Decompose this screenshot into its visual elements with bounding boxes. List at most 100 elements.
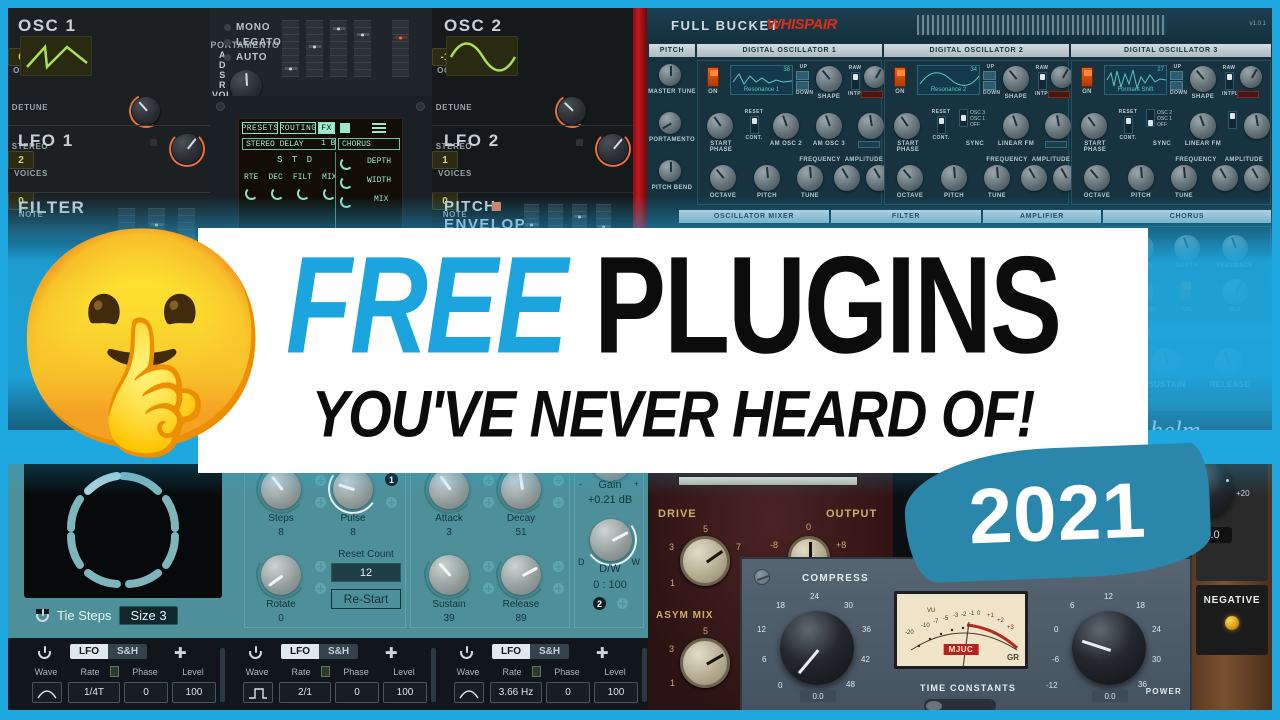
osc2-reset-label[interactable]: RESET: [931, 109, 951, 115]
sustain-plus-down[interactable]: [483, 583, 494, 594]
lfo2-move-icon[interactable]: ✚: [385, 644, 398, 662]
osc2-intpl-label[interactable]: INTPL.: [1035, 91, 1053, 97]
osc3-mod-knob[interactable]: [1244, 113, 1270, 139]
mono-led[interactable]: [224, 24, 231, 31]
lfo1-rate-sync-icon[interactable]: [110, 666, 119, 677]
osc3-on-button[interactable]: [1081, 67, 1093, 87]
delay-dec-knob[interactable]: [271, 187, 284, 200]
osc3-fm-switch[interactable]: [1227, 111, 1237, 129]
osc1-pitch-knob-fbw[interactable]: [754, 165, 780, 191]
osc1-detune-knob[interactable]: [124, 89, 168, 133]
tab-presets[interactable]: PRESETS: [241, 122, 278, 134]
attack-plus-up[interactable]: [483, 475, 494, 486]
lfo3-move-icon[interactable]: ✚: [596, 644, 609, 662]
adsr-r-slider[interactable]: [354, 20, 371, 77]
chorus-feedback-knob[interactable]: [1222, 235, 1248, 261]
osc1-cont-label[interactable]: CONT.: [744, 135, 764, 141]
lfo3-phase-value[interactable]: 0: [546, 682, 590, 703]
osc1-phase-switch[interactable]: [749, 116, 759, 134]
osc3-interp-switch[interactable]: [1224, 72, 1234, 90]
osc1-extra-knob[interactable]: [864, 66, 886, 88]
osc2-extra-knob[interactable]: [1051, 66, 1073, 88]
lfo2-power-icon[interactable]: [249, 646, 262, 659]
lfo3-mode-toggle[interactable]: LFO S&H: [492, 644, 570, 659]
lfo2-rate-sync-icon[interactable]: [321, 666, 330, 677]
lfo1-move-icon[interactable]: ✚: [174, 644, 187, 662]
lfo2-mode-lfo[interactable]: LFO: [281, 644, 319, 659]
lfo2-mode-toggle[interactable]: LFO S&H: [281, 644, 359, 659]
portamento-knob-fbw[interactable]: [659, 112, 681, 134]
osc2-wave-display[interactable]: [446, 36, 518, 76]
osc1-am-osc3-knob[interactable]: [816, 113, 842, 139]
tab-routing[interactable]: ROUTING: [279, 122, 316, 134]
lfo3-power-icon[interactable]: [460, 646, 473, 659]
helm-sustain-knob[interactable]: [1152, 348, 1182, 378]
osc3-extra-knob[interactable]: [1240, 66, 1262, 88]
decay-plus-up[interactable]: [553, 475, 564, 486]
delay-badge[interactable]: 1 B: [321, 139, 335, 148]
osc1-mod-knob[interactable]: [858, 113, 884, 139]
fx-stop-icon[interactable]: [340, 123, 350, 133]
chorus-width-knob[interactable]: [340, 176, 353, 189]
lfo2-phase-value[interactable]: 0: [335, 682, 379, 703]
adsr-d-slider[interactable]: [306, 20, 323, 77]
pitch-env-led[interactable]: [492, 202, 501, 211]
lfo3-rate-sync-icon[interactable]: [532, 666, 541, 677]
mode-auto-label[interactable]: AUTO: [236, 52, 267, 63]
osc2-wave-display-fbw[interactable]: 34 Resonance 2: [917, 65, 980, 95]
osc3-linear-fm-knob[interactable]: [1190, 113, 1216, 139]
osc2-voices-value[interactable]: 1: [432, 151, 458, 169]
lfo2-wave-button[interactable]: [243, 682, 273, 703]
chorus-on-button[interactable]: [1180, 280, 1192, 300]
lfo1-sync-led[interactable]: [150, 139, 157, 146]
osc1-tune-knob-fbw[interactable]: [797, 165, 823, 191]
tab-fx[interactable]: FX: [318, 122, 335, 134]
lfo3-mode-sh[interactable]: S&H: [530, 644, 570, 659]
dw-plus[interactable]: [617, 598, 628, 609]
osc3-up-label[interactable]: UP: [1170, 64, 1185, 70]
sequencer-power-icon[interactable]: [36, 609, 49, 622]
lfo1-mode-toggle[interactable]: LFO S&H: [70, 644, 148, 659]
helm-release-knob[interactable]: [1214, 348, 1244, 378]
rotate-plus-up[interactable]: [315, 561, 326, 572]
osc1-on-button[interactable]: [707, 67, 719, 87]
osc3-intpl-label[interactable]: INTPL.: [1222, 91, 1240, 97]
rotate-plus-down[interactable]: [315, 583, 326, 594]
osc1-start-phase-knob[interactable]: [707, 113, 733, 139]
lfo2-mode-sh[interactable]: S&H: [319, 644, 359, 659]
sustain-plus-up[interactable]: [483, 561, 494, 572]
decay-plus-down[interactable]: [553, 497, 564, 508]
lfo2-level-value[interactable]: 100: [383, 682, 427, 703]
osc1-am-osc2-knob[interactable]: [773, 113, 799, 139]
osc2-pitch-knob-fbw[interactable]: [941, 165, 967, 191]
osc1-reset-label[interactable]: RESET: [744, 109, 764, 115]
steps-plus-down[interactable]: [315, 497, 326, 508]
osc3-pitch-knob-fbw[interactable]: [1128, 165, 1154, 191]
mode-mono-label[interactable]: MONO: [236, 22, 270, 33]
osc2-octave-knob-fbw[interactable]: [897, 165, 923, 191]
adsr-a-slider[interactable]: [282, 20, 299, 77]
makeup-knob[interactable]: [1072, 611, 1146, 685]
osc3-down-button[interactable]: [1170, 81, 1183, 90]
osc2-up-button[interactable]: [983, 71, 996, 80]
osc1-up-label[interactable]: UP: [796, 64, 811, 70]
osc2-sync-switch[interactable]: [959, 109, 968, 127]
osc3-cont-label[interactable]: CONT.: [1118, 135, 1138, 141]
dw-badge[interactable]: 2: [593, 597, 606, 610]
master-volume-slider[interactable]: [392, 20, 409, 77]
pitch-bend-knob[interactable]: [659, 160, 681, 182]
chorus-mix-knob[interactable]: [340, 195, 353, 208]
osc2-up-label[interactable]: UP: [983, 64, 998, 70]
osc3-wave-display-fbw[interactable]: 27 Formant Shift: [1104, 65, 1167, 95]
mode-legato-label[interactable]: LEGATO: [236, 37, 282, 48]
lfo1-mode-sh[interactable]: S&H: [108, 644, 148, 659]
osc2-stereo-knob[interactable]: [595, 131, 631, 167]
osc1-down-label[interactable]: DOWN: [796, 90, 813, 96]
release-plus-up[interactable]: [553, 561, 564, 572]
lfo1-rate-value[interactable]: 1/4T: [68, 682, 120, 703]
osc3-up-button[interactable]: [1170, 71, 1183, 80]
osc3-sync-switch[interactable]: [1146, 109, 1155, 127]
restart-button[interactable]: Re-Start: [331, 589, 401, 609]
delay-sync-modes[interactable]: S T D: [277, 155, 314, 165]
osc3-sync-opt-2[interactable]: OFF: [1157, 122, 1172, 128]
